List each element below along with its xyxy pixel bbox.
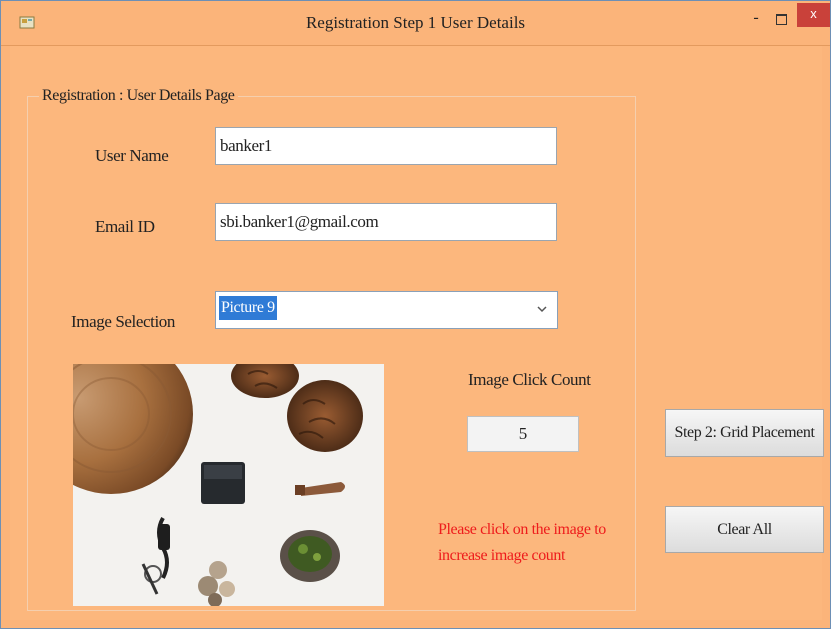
- grid-placement-button[interactable]: Step 2: Grid Placement: [665, 409, 824, 457]
- selected-image-picture: [73, 364, 384, 606]
- groupbox-title: Registration : User Details Page: [39, 87, 238, 105]
- image-click-hint: Please click on the image to increase im…: [438, 517, 638, 569]
- image-selection-dropdown[interactable]: Picture 9: [215, 291, 558, 329]
- image-selection-label: Image Selection: [71, 312, 175, 331]
- image-click-count-value: 5: [467, 416, 579, 452]
- window-title: Registration Step 1 User Details: [305, 13, 526, 32]
- image-click-hint-line2: increase image count: [438, 547, 566, 564]
- clear-all-button[interactable]: Clear All: [665, 506, 824, 553]
- maximize-button[interactable]: [771, 11, 791, 31]
- minimize-button[interactable]: -: [746, 10, 766, 31]
- maximize-icon: [776, 14, 787, 25]
- image-click-count-label: Image Click Count: [468, 370, 591, 389]
- close-button[interactable]: x: [797, 3, 830, 27]
- image-selection-value: Picture 9: [219, 296, 277, 320]
- username-label: User Name: [95, 146, 169, 165]
- image-click-hint-line1: Please click on the image to: [438, 521, 606, 538]
- title-bar[interactable]: Registration Step 1 User Details - x: [1, 1, 830, 46]
- selected-image[interactable]: [73, 364, 384, 606]
- username-input[interactable]: banker1: [215, 127, 557, 165]
- email-label: Email ID: [95, 217, 155, 236]
- chevron-down-icon: [537, 306, 547, 313]
- registration-window: Registration Step 1 User Details - x Reg…: [0, 0, 831, 629]
- email-input[interactable]: sbi.banker1@gmail.com: [215, 203, 557, 241]
